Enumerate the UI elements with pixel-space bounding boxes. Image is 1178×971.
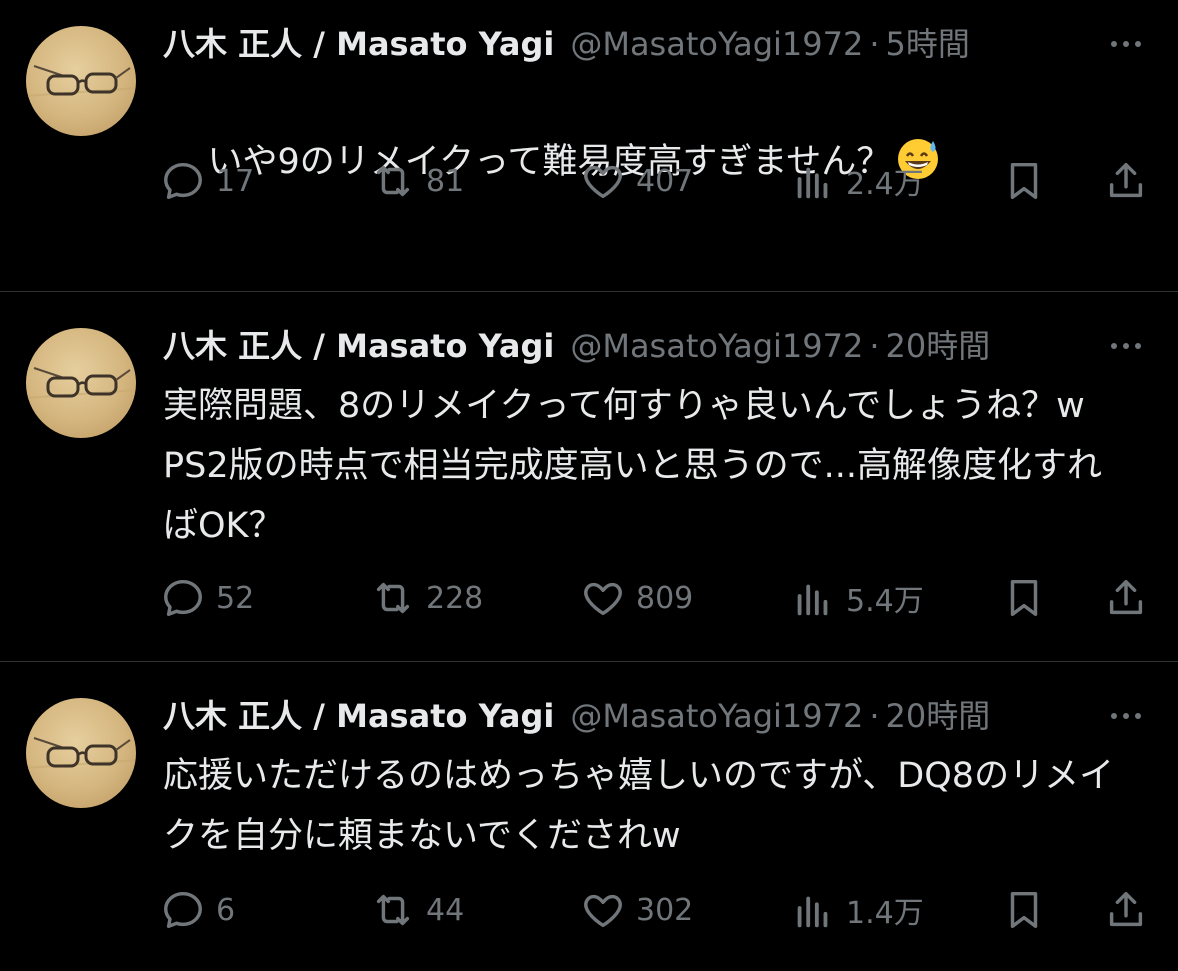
tweet-header: 八木 正人 / Masato Yagi @MasatoYagi1972 · 5時… bbox=[163, 22, 970, 66]
author-handle[interactable]: @MasatoYagi1972 bbox=[570, 694, 863, 738]
timestamp[interactable]: 20時間 bbox=[886, 694, 991, 738]
reply-count: 52 bbox=[216, 580, 255, 616]
views-bar-chart-icon bbox=[797, 896, 828, 928]
reply-icon bbox=[164, 891, 202, 929]
tweet-actions: 17 81 407 2.4万 bbox=[0, 157, 1178, 205]
tweet-text: 応援いただけるのはめっちゃ嬉しいのですが、DQ8のリメイクを自分に頼まないでくだ… bbox=[163, 756, 1115, 856]
retweet-button[interactable]: 44 bbox=[370, 886, 464, 934]
share-icon bbox=[1109, 891, 1143, 927]
bookmark-button[interactable] bbox=[1000, 574, 1048, 622]
author-handle[interactable]: @MasatoYagi1972 bbox=[570, 324, 863, 368]
more-dot-icon bbox=[1123, 713, 1129, 719]
reply-icon bbox=[164, 162, 202, 200]
like-count: 809 bbox=[636, 580, 694, 616]
retweet-count: 81 bbox=[426, 163, 465, 199]
retweet-button[interactable]: 228 bbox=[370, 574, 483, 622]
reply-button[interactable]: 52 bbox=[160, 574, 254, 622]
bookmark-button[interactable] bbox=[1000, 157, 1048, 205]
glasses-icon bbox=[26, 65, 136, 97]
glasses-icon bbox=[26, 367, 136, 399]
like-button[interactable]: 302 bbox=[580, 886, 693, 934]
reply-button[interactable]: 6 bbox=[160, 886, 235, 934]
tweet-actions: 52 228 809 5.4万 bbox=[0, 574, 1178, 622]
views-button[interactable]: 5.4万 bbox=[790, 574, 924, 622]
timestamp[interactable]: 20時間 bbox=[886, 324, 991, 368]
reply-button[interactable]: 17 bbox=[160, 157, 254, 205]
retweet-icon bbox=[376, 165, 410, 197]
like-button[interactable]: 407 bbox=[580, 157, 693, 205]
views-button[interactable]: 2.4万 bbox=[790, 157, 924, 205]
separator-dot: · bbox=[869, 697, 880, 735]
separator-dot: · bbox=[869, 327, 880, 365]
heart-icon bbox=[584, 582, 622, 616]
reply-count: 17 bbox=[216, 163, 255, 199]
author-name[interactable]: 八木 正人 / Masato Yagi bbox=[163, 22, 554, 66]
more-dot-icon bbox=[1111, 41, 1117, 47]
views-bar-chart-icon bbox=[797, 167, 828, 199]
like-count: 407 bbox=[636, 163, 694, 199]
more-dot-icon bbox=[1111, 343, 1117, 349]
tweet[interactable]: 八木 正人 / Masato Yagi @MasatoYagi1972 · 20… bbox=[0, 662, 1178, 971]
tweet-actions: 6 44 302 1.4万 bbox=[0, 886, 1178, 934]
like-count: 302 bbox=[636, 892, 694, 928]
retweet-count: 44 bbox=[426, 892, 465, 928]
views-bar-chart-icon bbox=[797, 584, 828, 616]
share-button[interactable] bbox=[1102, 886, 1150, 934]
bookmark-icon bbox=[1010, 579, 1038, 617]
retweet-button[interactable]: 81 bbox=[370, 157, 464, 205]
more-dot-icon bbox=[1135, 713, 1141, 719]
more-dot-icon bbox=[1111, 713, 1117, 719]
retweet-icon bbox=[376, 582, 410, 614]
heart-icon bbox=[584, 165, 622, 199]
bookmark-icon bbox=[1010, 891, 1038, 929]
author-name[interactable]: 八木 正人 / Masato Yagi bbox=[163, 324, 554, 368]
tweet[interactable]: 八木 正人 / Masato Yagi @MasatoYagi1972 · 5時… bbox=[0, 0, 1178, 290]
reply-icon bbox=[164, 579, 202, 617]
retweet-icon bbox=[376, 894, 410, 926]
heart-icon bbox=[584, 894, 622, 928]
reply-count: 6 bbox=[216, 892, 236, 928]
view-count: 1.4万 bbox=[846, 896, 924, 931]
avatar[interactable] bbox=[26, 328, 136, 438]
separator-dot: · bbox=[869, 25, 880, 63]
more-dot-icon bbox=[1135, 343, 1141, 349]
bookmark-button[interactable] bbox=[1000, 886, 1048, 934]
share-icon bbox=[1109, 162, 1143, 198]
views-button[interactable]: 1.4万 bbox=[790, 886, 924, 934]
view-count: 2.4万 bbox=[846, 167, 924, 202]
tweet[interactable]: 八木 正人 / Masato Yagi @MasatoYagi1972 · 20… bbox=[0, 292, 1178, 661]
retweet-count: 228 bbox=[426, 580, 484, 616]
author-name[interactable]: 八木 正人 / Masato Yagi bbox=[163, 694, 554, 738]
view-count: 5.4万 bbox=[846, 584, 924, 619]
avatar[interactable] bbox=[26, 698, 136, 808]
tweet-header: 八木 正人 / Masato Yagi @MasatoYagi1972 · 20… bbox=[163, 324, 990, 368]
like-button[interactable]: 809 bbox=[580, 574, 693, 622]
share-button[interactable] bbox=[1102, 574, 1150, 622]
timestamp[interactable]: 5時間 bbox=[886, 22, 970, 66]
more-options-button[interactable] bbox=[1104, 324, 1148, 368]
more-options-button[interactable] bbox=[1104, 694, 1148, 738]
more-options-button[interactable] bbox=[1104, 22, 1148, 66]
more-dot-icon bbox=[1123, 343, 1129, 349]
glasses-icon bbox=[26, 737, 136, 769]
author-handle[interactable]: @MasatoYagi1972 bbox=[570, 22, 863, 66]
tweet-text: 実際問題、8のリメイクって何すりゃ良いんでしょうね？w PS2版の時点で相当完成… bbox=[163, 386, 1120, 546]
more-dot-icon bbox=[1135, 41, 1141, 47]
bookmark-icon bbox=[1010, 162, 1038, 200]
tweet-header: 八木 正人 / Masato Yagi @MasatoYagi1972 · 20… bbox=[163, 694, 990, 738]
share-icon bbox=[1109, 579, 1143, 615]
more-dot-icon bbox=[1123, 41, 1129, 47]
avatar[interactable] bbox=[26, 26, 136, 136]
share-button[interactable] bbox=[1102, 157, 1150, 205]
